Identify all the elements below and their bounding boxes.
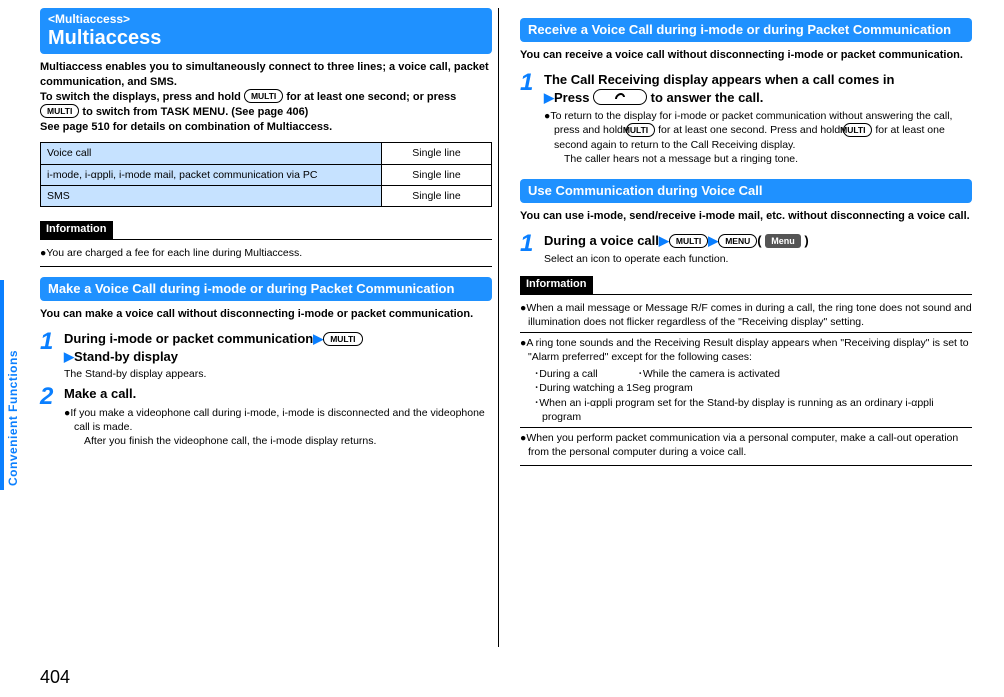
right-column: Receive a Voice Call during i-mode or du… [520, 8, 972, 466]
step-bullet: ●If you make a videophone call during i-… [64, 406, 492, 449]
multi-key-icon: MULTI [323, 332, 362, 346]
step-sub: Select an icon to operate each function. [544, 252, 972, 266]
info-sublist: ･During a call ･While the camera is acti… [520, 367, 972, 424]
step-head-text: The Call Receiving display appears when … [544, 72, 894, 87]
step-heading: During a voice call▶MULTI▶MENU( Menu ) [544, 232, 972, 250]
sublist-text: During watching a 1Seg program [539, 382, 693, 394]
step-heading: Make a call. [64, 385, 492, 403]
arrow-icon: ▶ [313, 331, 323, 346]
table-row: SMS Single line [41, 185, 492, 206]
multi-key-icon: MULTI [843, 123, 872, 137]
step-head-text: Stand-by display [74, 349, 178, 364]
multiaccess-intro: Multiaccess enables you to simultaneousl… [40, 60, 492, 134]
step-sub: The Stand-by display appears. [64, 367, 492, 381]
call-key-icon [593, 89, 647, 105]
divider [520, 427, 972, 428]
sublist-item: ･When an i-αppli program set for the Sta… [534, 396, 972, 424]
info-item: ●When a mail message or Message R/F come… [520, 301, 972, 329]
table-row: i-mode, i-αppli, i-mode mail, packet com… [41, 164, 492, 185]
step-head-text: Press [554, 90, 593, 105]
step-1-comm: 1 During a voice call▶MULTI▶MENU( Menu )… [520, 232, 972, 266]
step-head-text: to answer the call. [647, 90, 763, 105]
information-label: Information [520, 276, 593, 294]
multi-key-icon: MULTI [40, 104, 79, 118]
arrow-icon: ▶ [708, 233, 718, 248]
column-divider [498, 8, 499, 647]
info-text: When you perform packet communication vi… [526, 432, 958, 458]
table-cell-name: Voice call [41, 143, 382, 164]
step-body: Make a call. ●If you make a videophone c… [64, 385, 492, 451]
step-head-text: During i-mode or packet communication [64, 331, 313, 346]
section-make-call-intro: You can make a voice call without discon… [40, 307, 492, 322]
info-text: A ring tone sounds and the Receiving Res… [526, 337, 968, 363]
bullet-text: If you make a videophone call during i-m… [70, 407, 484, 433]
multiaccess-table: Voice call Single line i-mode, i-αppli, … [40, 142, 492, 207]
page-number: 404 [40, 665, 70, 689]
header-title: Multiaccess [48, 27, 484, 49]
multiaccess-header: <Multiaccess> Multiaccess [40, 8, 492, 54]
left-column: <Multiaccess> Multiaccess Multiaccess en… [40, 8, 492, 466]
information-label: Information [40, 221, 113, 239]
information-box: ●You are charged a fee for each line dur… [40, 239, 492, 267]
step-heading: The Call Receiving display appears when … [544, 71, 972, 106]
step-1-right: 1 The Call Receiving display appears whe… [520, 71, 972, 169]
side-tab-label: Convenient Functions [4, 280, 22, 490]
table-cell-name: i-mode, i-αppli, i-mode mail, packet com… [41, 164, 382, 185]
intro-p1: Multiaccess enables you to simultaneousl… [40, 61, 489, 88]
section-use-comm-intro: You can use i-mode, send/receive i-mode … [520, 209, 972, 224]
sublist-text: During a call [539, 368, 597, 380]
info-item: ●When you perform packet communication v… [520, 431, 972, 459]
section-make-call-title: Make a Voice Call during i-mode or durin… [40, 277, 492, 301]
info-item: ●You are charged a fee for each line dur… [40, 246, 492, 260]
step-head-text: During a voice call [544, 233, 659, 248]
sublist-text: While the camera is activated [643, 368, 780, 380]
step-number: 2 [40, 385, 58, 451]
table-cell-value: Single line [382, 143, 492, 164]
step-number: 1 [520, 232, 538, 266]
step-2: 2 Make a call. ●If you make a videophone… [40, 385, 492, 451]
step-number: 1 [520, 71, 538, 169]
header-sup: <Multiaccess> [48, 11, 484, 27]
info-item: ●A ring tone sounds and the Receiving Re… [520, 336, 972, 364]
step-bullet: ●To return to the display for i-mode or … [544, 109, 972, 166]
bullet-text-cont: The caller hears not a message but a rin… [554, 152, 972, 166]
menu-key-icon: MENU [718, 234, 757, 248]
divider [520, 332, 972, 333]
step-heading: During i-mode or packet communication▶MU… [64, 330, 492, 365]
step-body: The Call Receiving display appears when … [544, 71, 972, 169]
step-body: During a voice call▶MULTI▶MENU( Menu ) S… [544, 232, 972, 266]
menu-pill-icon: Menu [765, 234, 801, 248]
side-tab: Convenient Functions [0, 280, 22, 490]
bullet-text-cont: After you finish the videophone call, th… [74, 434, 492, 448]
arrow-icon: ▶ [544, 90, 554, 105]
information-box: ●When a mail message or Message R/F come… [520, 294, 972, 467]
sublist-item: ･During a call [534, 367, 598, 381]
sublist-text: When an i-αppli program set for the Stan… [539, 397, 933, 423]
intro-p3: See page 510 for details on combination … [40, 121, 332, 133]
table-cell-value: Single line [382, 164, 492, 185]
table-cell-value: Single line [382, 185, 492, 206]
multi-key-icon: MULTI [244, 89, 283, 103]
table-row: Voice call Single line [41, 143, 492, 164]
section-receive-call-intro: You can receive a voice call without dis… [520, 48, 972, 63]
intro-p2a: To switch the displays, press and hold [40, 91, 244, 103]
step-1: 1 During i-mode or packet communication▶… [40, 330, 492, 381]
table-cell-name: SMS [41, 185, 382, 206]
sublist-item: ･While the camera is activated [638, 367, 780, 381]
bullet-text: for at least one second. Press and hold [655, 124, 843, 136]
info-text: When a mail message or Message R/F comes… [526, 302, 971, 328]
section-receive-call-title: Receive a Voice Call during i-mode or du… [520, 18, 972, 42]
arrow-icon: ▶ [659, 233, 669, 248]
arrow-icon: ▶ [64, 349, 74, 364]
intro-p2c: to switch from TASK MENU. (See page 406) [79, 106, 308, 118]
multi-key-icon: MULTI [626, 123, 655, 137]
intro-p2b: for at least one second; or press [283, 91, 456, 103]
step-number: 1 [40, 330, 58, 381]
info-text: You are charged a fee for each line duri… [46, 247, 302, 259]
multi-key-icon: MULTI [669, 234, 708, 248]
step-body: During i-mode or packet communication▶MU… [64, 330, 492, 381]
section-use-comm-title: Use Communication during Voice Call [520, 179, 972, 203]
sublist-item: ･During watching a 1Seg program [534, 381, 972, 395]
